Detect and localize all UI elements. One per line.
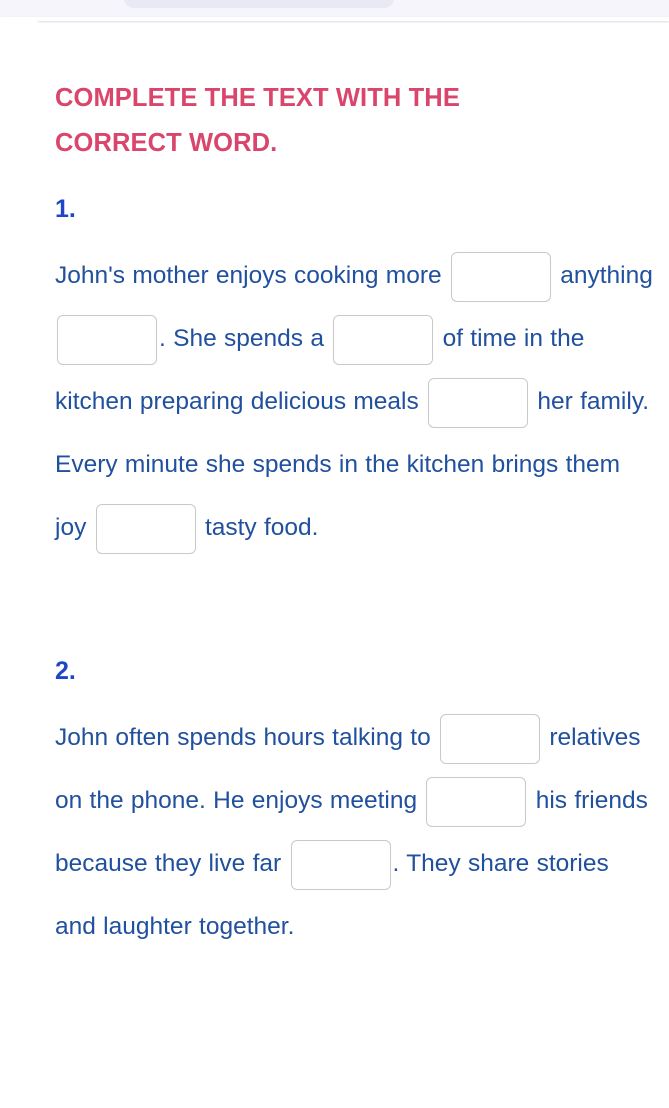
address-pill[interactable] — [124, 0, 394, 8]
exercise-sheet: COMPLETE THE TEXT WITH THE CORRECT WORD.… — [0, 23, 669, 1108]
answer-blank-q2-1[interactable] — [440, 713, 541, 764]
answer-blank-q1-2[interactable] — [57, 314, 157, 365]
answer-blank-q2-3[interactable] — [290, 839, 391, 890]
text-segment: John often spends hours talking to — [55, 724, 439, 751]
exercise-title: COMPLETE THE TEXT WITH THE CORRECT WORD. — [55, 84, 460, 157]
question-2-number: 2. — [55, 657, 76, 685]
question-1: 1. John's mother enjoys cooking more any… — [55, 192, 659, 559]
question-1-body: John's mother enjoys cooking more anythi… — [55, 244, 655, 559]
text-segment: tasty food. — [197, 514, 319, 541]
question-2-body: John often spends hours talking to relat… — [55, 706, 655, 958]
question-2: 2. John often spends hours talking to re… — [55, 654, 659, 958]
text-segment: anything — [552, 262, 661, 289]
answer-blank-q2-2[interactable] — [426, 776, 527, 827]
question-1-number: 1. — [55, 195, 76, 223]
text-segment: John's mother enjoys cooking more — [55, 262, 449, 289]
answer-blank-q1-5[interactable] — [95, 503, 196, 554]
browser-top-band — [0, 0, 669, 17]
answer-blank-q1-4[interactable] — [428, 377, 529, 428]
answer-blank-q1-3[interactable] — [333, 314, 434, 365]
answer-blank-q1-1[interactable] — [450, 251, 551, 302]
card-inner-edge — [38, 18, 669, 21]
text-segment: . She spends a — [159, 325, 332, 352]
exercise-content: COMPLETE THE TEXT WITH THE CORRECT WORD.… — [0, 23, 669, 958]
